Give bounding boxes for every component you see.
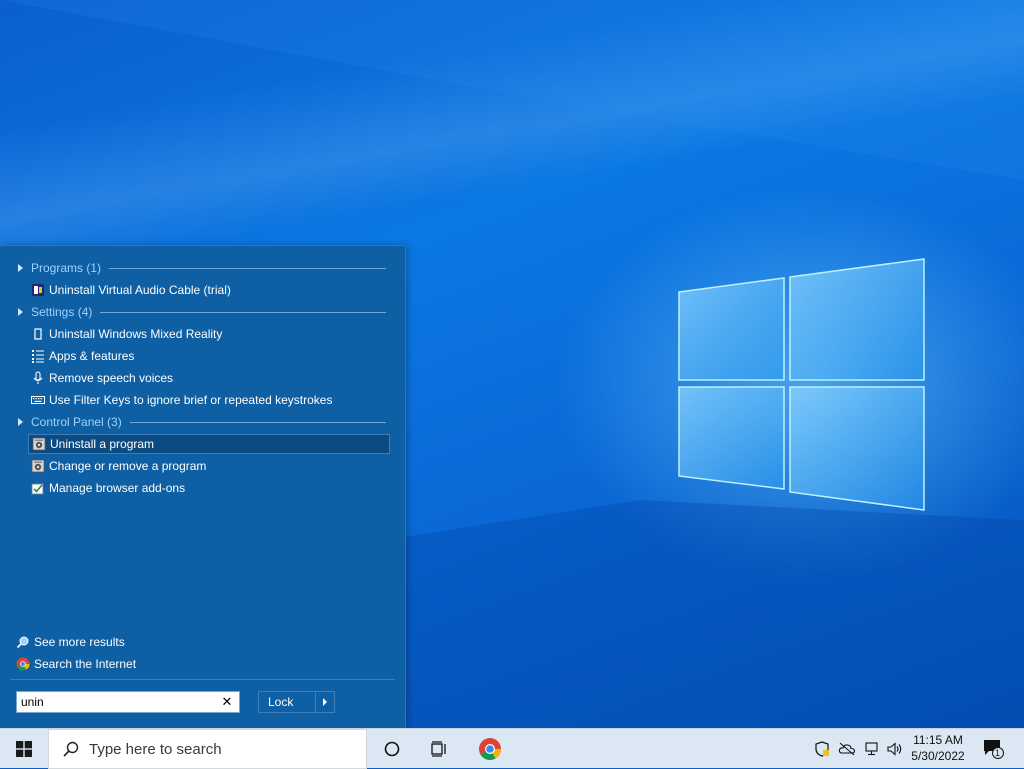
lock-button[interactable]: Lock xyxy=(258,691,335,713)
see-more-results-label: See more results xyxy=(34,635,125,649)
system-clock[interactable]: 11:15 AM 5/30/2022 xyxy=(906,732,970,766)
microphone-icon xyxy=(31,371,45,385)
group-header-settings[interactable]: Settings (4) xyxy=(16,303,386,321)
result-manage-browser-add-ons[interactable]: Manage browser add-ons xyxy=(28,478,390,498)
search-magnifier-icon xyxy=(16,635,30,649)
notification-icon xyxy=(984,740,1004,759)
task-view-icon xyxy=(431,741,446,757)
keyboard-icon xyxy=(31,393,45,407)
expand-arrow-icon xyxy=(18,418,23,426)
taskbar: Type here to search 11:15 AM 5/30/2022 1 xyxy=(0,728,1024,769)
browser-addons-icon xyxy=(31,481,45,495)
volume-icon[interactable] xyxy=(885,739,905,759)
programs-icon xyxy=(32,437,46,451)
group-divider xyxy=(109,267,386,269)
result-uninstall-virtual-audio-cable[interactable]: Uninstall Virtual Audio Cable (trial) xyxy=(28,280,390,300)
power-options-arrow-icon[interactable] xyxy=(316,692,334,712)
result-label: Uninstall Virtual Audio Cable (trial) xyxy=(49,283,231,297)
clock-time: 11:15 AM xyxy=(913,733,963,747)
taskbar-search-box[interactable]: Type here to search xyxy=(48,729,367,769)
search-the-internet-label: Search the Internet xyxy=(34,657,137,671)
windows-start-icon xyxy=(16,741,32,757)
result-label: Change or remove a program xyxy=(49,459,207,473)
group-divider xyxy=(129,421,386,423)
group-header-label: Programs (1) xyxy=(31,261,102,275)
result-uninstall-a-program[interactable]: Uninstall a program xyxy=(28,434,390,454)
group-header-programs[interactable]: Programs (1) xyxy=(16,259,386,277)
group-divider xyxy=(100,311,386,313)
chrome-icon xyxy=(479,738,501,760)
result-label: Uninstall a program xyxy=(50,437,155,451)
result-label: Uninstall Windows Mixed Reality xyxy=(49,327,223,341)
expand-arrow-icon xyxy=(18,264,23,272)
chrome-icon xyxy=(16,657,30,671)
search-icon xyxy=(63,741,79,757)
result-label: Remove speech voices xyxy=(49,371,174,385)
network-icon[interactable] xyxy=(862,739,882,759)
result-change-or-remove-a-program[interactable]: Change or remove a program xyxy=(28,456,390,476)
start-menu: Programs (1) Uninstall Virtual Audio Cab… xyxy=(0,245,406,729)
taskbar-search-placeholder: Type here to search xyxy=(89,740,222,758)
notification-count: 1 xyxy=(995,748,1001,758)
search-the-internet-link[interactable]: Search the Internet xyxy=(16,655,136,673)
clear-search-icon[interactable]: ✕ xyxy=(217,692,237,712)
task-view-button[interactable] xyxy=(416,729,464,769)
clock-date: 5/30/2022 xyxy=(911,749,965,763)
audio-cable-icon xyxy=(31,283,45,297)
cortana-circle-icon xyxy=(384,741,400,757)
lock-button-label: Lock xyxy=(259,692,316,712)
group-header-label: Settings (4) xyxy=(31,305,93,319)
apps-list-icon xyxy=(31,349,45,363)
result-label: Apps & features xyxy=(49,349,135,363)
see-more-results-link[interactable]: See more results xyxy=(16,633,125,651)
group-header-control-panel[interactable]: Control Panel (3) xyxy=(16,413,386,431)
menu-separator xyxy=(10,679,395,680)
result-uninstall-windows-mixed-reality[interactable]: Uninstall Windows Mixed Reality xyxy=(28,324,390,344)
chrome-taskbar-button[interactable] xyxy=(466,729,514,769)
result-use-filter-keys[interactable]: Use Filter Keys to ignore brief or repea… xyxy=(28,390,390,410)
group-header-label: Control Panel (3) xyxy=(31,415,122,429)
mixed-reality-icon xyxy=(31,327,45,341)
result-label: Use Filter Keys to ignore brief or repea… xyxy=(49,393,333,407)
result-remove-speech-voices[interactable]: Remove speech voices xyxy=(28,368,390,388)
result-label: Manage browser add-ons xyxy=(49,481,186,495)
start-search-box[interactable]: ✕ xyxy=(16,691,240,713)
action-center-button[interactable]: 1 xyxy=(981,739,1005,759)
expand-arrow-icon xyxy=(18,308,23,316)
start-search-input[interactable] xyxy=(17,693,217,711)
cortana-button[interactable] xyxy=(368,729,416,769)
result-apps-and-features[interactable]: Apps & features xyxy=(28,346,390,366)
windows-security-icon[interactable] xyxy=(812,739,832,759)
start-button[interactable] xyxy=(0,729,48,769)
onedrive-offline-icon[interactable] xyxy=(837,739,857,759)
programs-icon xyxy=(31,459,45,473)
